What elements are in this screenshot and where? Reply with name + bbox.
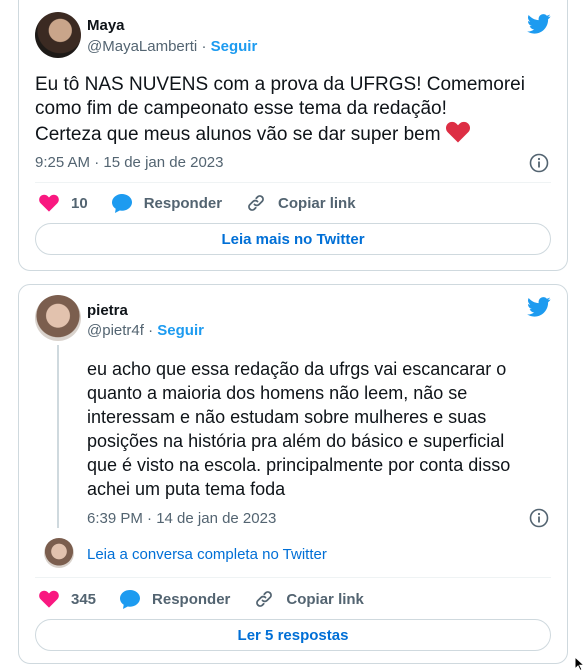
divider: [35, 182, 551, 183]
twitter-bird-icon[interactable]: [527, 297, 551, 317]
red-heart-emoji: [445, 121, 470, 150]
conversation-link[interactable]: Leia a conversa completa no Twitter: [87, 546, 327, 563]
twitter-bird-icon[interactable]: [527, 14, 551, 34]
action-bar: 10 Responder Copiar link: [39, 193, 380, 213]
reply-button[interactable]: Responder: [111, 193, 223, 213]
timestamp[interactable]: 9:25 AM · 15 de jan de 2023: [35, 154, 223, 171]
copy-link-button[interactable]: Copiar link: [246, 193, 356, 213]
copy-link-label: Copiar link: [278, 194, 356, 212]
separator: ·: [148, 322, 154, 339]
read-more-button[interactable]: Leia mais no Twitter: [35, 223, 551, 255]
follow-button[interactable]: Seguir: [157, 322, 204, 339]
reply-avatar[interactable]: [44, 538, 74, 568]
timestamp[interactable]: 6:39 PM · 14 de jan de 2023: [87, 510, 276, 527]
author-handle-row: @pietr4f · Seguir: [87, 322, 204, 339]
mouse-cursor-icon: [574, 656, 586, 671]
reply-label: Responder: [152, 590, 231, 608]
like-count: 10: [71, 194, 88, 212]
copy-link-button[interactable]: Copiar link: [254, 589, 364, 609]
link-icon: [248, 195, 264, 211]
author-name[interactable]: Maya: [87, 17, 125, 34]
read-replies-button[interactable]: Ler 5 respostas: [35, 619, 551, 651]
avatar[interactable]: [35, 295, 81, 341]
like-button[interactable]: 10: [39, 194, 88, 212]
author-handle[interactable]: @MayaLamberti: [87, 38, 197, 55]
separator: ·: [201, 38, 207, 55]
like-button[interactable]: 345: [39, 590, 96, 608]
reply-label: Responder: [143, 194, 223, 212]
reply-bubble-icon: [111, 193, 132, 213]
tweet-card-pietra: pietra @pietr4f · Seguir eu acho que ess…: [18, 284, 568, 664]
thread-line: [57, 345, 59, 528]
reply-button[interactable]: Responder: [120, 589, 231, 609]
follow-button[interactable]: Seguir: [211, 38, 258, 55]
info-icon[interactable]: [529, 153, 549, 173]
info-icon[interactable]: [529, 508, 549, 528]
like-count: 345: [71, 590, 97, 608]
link-icon: [256, 591, 273, 607]
heart-icon: [39, 590, 59, 608]
author-name[interactable]: pietra: [87, 302, 128, 319]
reply-bubble-icon: [120, 589, 141, 609]
avatar[interactable]: [35, 12, 81, 58]
divider: [35, 577, 551, 578]
heart-icon: [39, 194, 59, 212]
tweet-text: eu acho que essa redação da ufrgs vai es…: [87, 359, 511, 499]
tweet-text: Eu tô NAS NUVENS com a prova da UFRGS! C…: [35, 73, 555, 150]
tweet-card-maya: Maya @MayaLamberti · Seguir Eu tô NAS NU…: [18, 0, 568, 271]
author-handle-row: @MayaLamberti · Seguir: [87, 38, 257, 55]
author-handle[interactable]: @pietr4f: [87, 322, 144, 339]
copy-link-label: Copiar link: [286, 590, 364, 608]
action-bar: 345 Responder Copiar link: [39, 589, 388, 609]
